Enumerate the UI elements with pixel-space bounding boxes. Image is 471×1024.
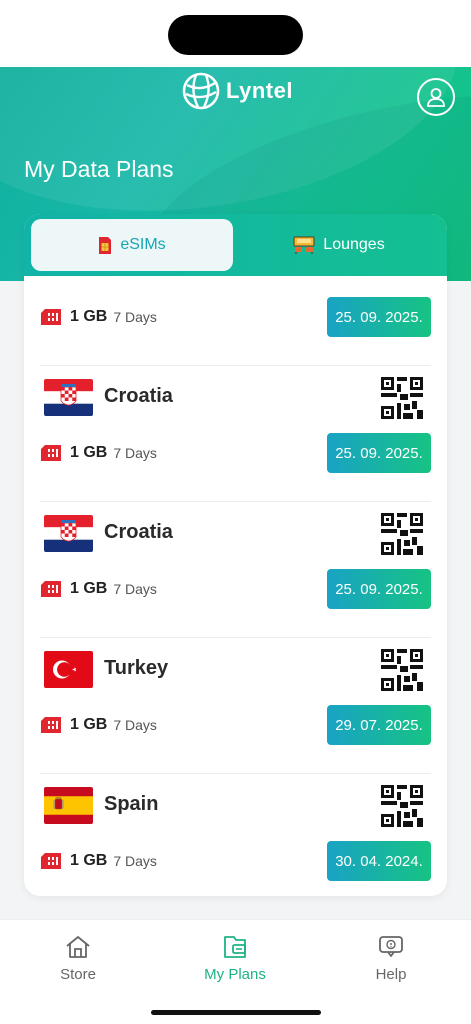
plan-data-amount: 1 GB	[70, 444, 108, 461]
nav-help[interactable]: Help	[336, 934, 446, 983]
plan-duration: 7 Days	[113, 309, 157, 325]
globe-icon	[182, 72, 220, 110]
sim-card-icon	[41, 445, 61, 461]
plan-country-name: Turkey	[104, 657, 169, 679]
croatia-flag-icon	[44, 515, 93, 552]
bottom-nav: Store My Plans Help	[0, 919, 471, 1024]
sim-card-icon	[41, 581, 61, 597]
lounge-icon	[293, 236, 315, 254]
sim-card-icon	[41, 309, 61, 325]
profile-button[interactable]	[417, 78, 455, 116]
tab-bar: eSIMs Lounges	[24, 214, 447, 276]
nav-store[interactable]: Store	[23, 934, 133, 983]
plan-country-line: Spain	[40, 785, 431, 827]
spain-flag-icon	[44, 787, 93, 824]
plan-data-amount: 1 GB	[70, 308, 108, 325]
wallet-icon	[224, 936, 246, 958]
plan-date-badge: 29. 07. 2025.	[327, 705, 431, 745]
plan-country-name: Croatia	[104, 385, 173, 407]
plan-data-line: 1 GB 7 Days	[40, 297, 157, 337]
dynamic-island	[168, 15, 303, 55]
plan-duration: 7 Days	[113, 853, 157, 869]
status-bar	[0, 0, 471, 67]
page-title: My Data Plans	[24, 156, 174, 182]
home-icon	[66, 936, 90, 958]
home-indicator[interactable]	[151, 1010, 321, 1015]
plan-country-name: Spain	[104, 793, 159, 815]
divider	[40, 773, 431, 774]
user-icon	[427, 88, 445, 107]
sim-card-icon	[99, 236, 112, 254]
nav-help-label: Help	[375, 966, 407, 983]
plan-data-line: 1 GB 7 Days	[40, 705, 157, 745]
plans-card: eSIMs Lounges 1 GB 7 Days 25. 09. 2025. …	[24, 214, 447, 896]
plan-duration: 7 Days	[113, 717, 157, 733]
plan-data-amount: 1 GB	[70, 852, 108, 869]
plan-date-badge: 25. 09. 2025.	[327, 297, 431, 337]
plan-country-line: Croatia	[40, 513, 431, 555]
plan-country-line: Turkey	[40, 649, 431, 691]
plan-date-badge: 25. 09. 2025.	[327, 569, 431, 609]
plan-data-line: 1 GB 7 Days	[40, 569, 157, 609]
app-name: Lyntel	[226, 78, 293, 103]
plan-data-line: 1 GB 7 Days	[40, 841, 157, 881]
divider	[40, 637, 431, 638]
plan-data-amount: 1 GB	[70, 716, 108, 733]
plan-duration: 7 Days	[113, 581, 157, 597]
plan-country-name: Croatia	[104, 521, 173, 543]
plan-data-line: 1 GB 7 Days	[40, 433, 157, 473]
tab-esims-label: eSIMs	[120, 236, 166, 253]
app-logo: Lyntel	[182, 72, 293, 110]
tab-lounges[interactable]: Lounges	[238, 219, 440, 271]
plan-data-amount: 1 GB	[70, 580, 108, 597]
plan-country-line: Croatia	[40, 377, 431, 419]
turkey-flag-icon	[44, 651, 93, 688]
help-chat-icon	[379, 936, 403, 957]
divider	[40, 501, 431, 502]
qr-code-icon[interactable]	[381, 513, 423, 555]
plan-date-badge: 25. 09. 2025.	[327, 433, 431, 473]
nav-my-plans-label: My Plans	[204, 966, 266, 983]
tab-esims[interactable]: eSIMs	[31, 219, 233, 271]
qr-code-icon[interactable]	[381, 785, 423, 827]
sim-card-icon	[41, 853, 61, 869]
qr-code-icon[interactable]	[381, 649, 423, 691]
tab-lounges-label: Lounges	[323, 236, 385, 253]
plan-date-badge: 30. 04. 2024.	[327, 841, 431, 881]
croatia-flag-icon	[44, 379, 93, 416]
nav-my-plans[interactable]: My Plans	[180, 934, 290, 983]
qr-code-icon[interactable]	[381, 377, 423, 419]
plan-duration: 7 Days	[113, 445, 157, 461]
nav-store-label: Store	[60, 966, 96, 983]
divider	[40, 365, 431, 366]
sim-card-icon	[41, 717, 61, 733]
